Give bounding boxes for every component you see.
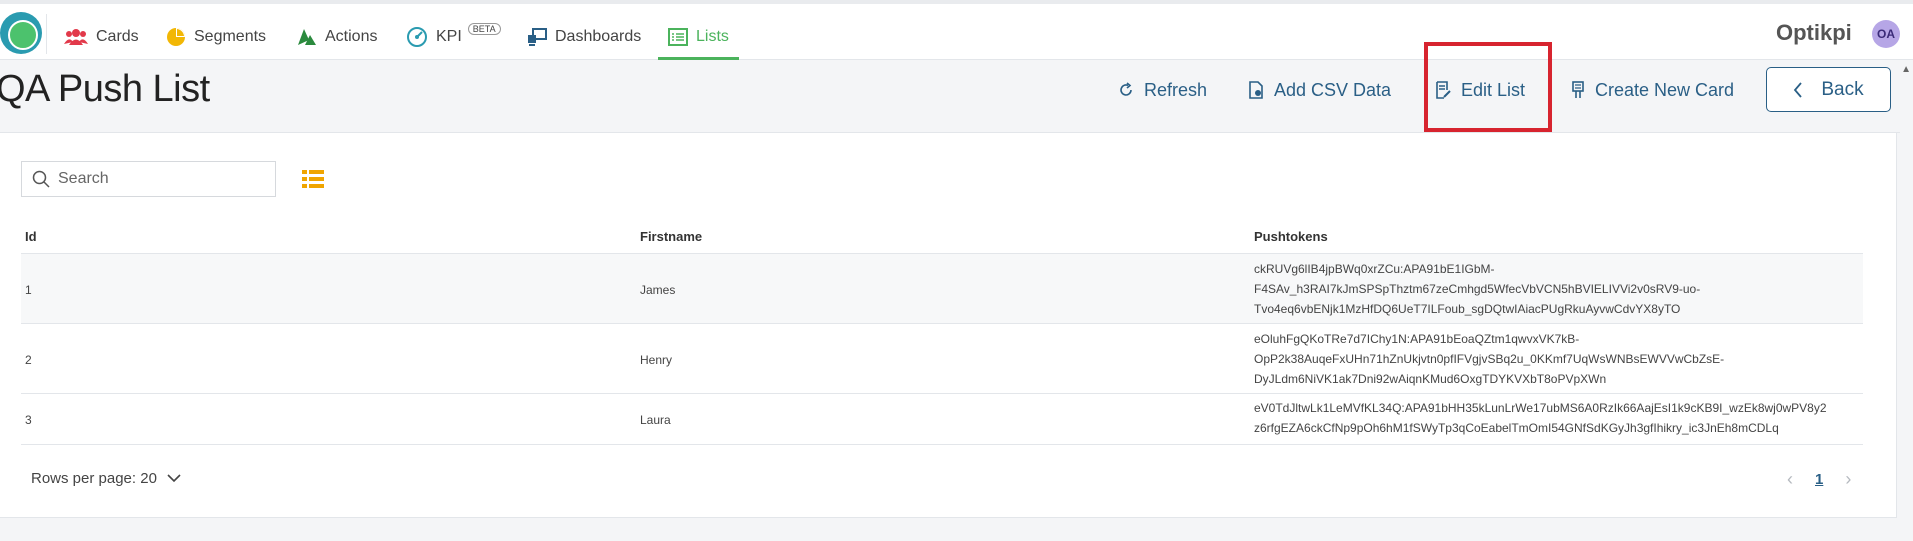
top-border: [0, 0, 1913, 4]
rows-per-page-select[interactable]: Rows per page: 20: [31, 470, 181, 487]
brand-name: Optikpi: [1776, 20, 1852, 45]
refresh-label: Refresh: [1144, 79, 1208, 100]
pushtoken-line: F4SAv_h3RAI7kJmSPSpThztm67zeCmhgd5WfecVb…: [1254, 282, 1701, 296]
gauge-icon: [407, 27, 427, 47]
create-card-label: Create New Card: [1595, 79, 1735, 100]
add-csv-label: Add CSV Data: [1274, 79, 1392, 100]
page-number[interactable]: 1: [1815, 471, 1823, 488]
next-page-icon[interactable]: ›: [1845, 469, 1851, 490]
table-row[interactable]: 3 Laura eV0TdJltwLk1LeMVfKL34Q:APA91bHH3…: [21, 393, 1863, 444]
table-header: Id Firstname Pushtokens: [21, 229, 1863, 249]
nav-item-cards[interactable]: Cards: [64, 22, 139, 52]
cell-pushtoken: eOluhFgQKoTRe7d7IChy1N:APA91bEoaQZtm1qwv…: [1254, 329, 1854, 389]
dashboard-icon: [528, 28, 547, 46]
rows-per-page-label: Rows per page: 20: [31, 470, 157, 487]
list-view-toggle[interactable]: [302, 169, 324, 194]
column-header-firstname[interactable]: Firstname: [640, 229, 702, 244]
cell-pushtoken: eV0TdJltwLk1LeMVfKL34Q:APA91bHH35kLunLrW…: [1254, 398, 1854, 438]
column-header-id[interactable]: Id: [25, 229, 37, 244]
pushtoken-line: eOluhFgQKoTRe7d7IChy1N:APA91bEoaQZtm1qwv…: [1254, 332, 1580, 346]
nav-item-kpi[interactable]: KPI BETA: [406, 22, 501, 52]
highlight-annotation: [1424, 42, 1552, 132]
nav-item-label: Segments: [194, 28, 267, 45]
nav-item-segments[interactable]: Segments: [166, 22, 266, 52]
pushtoken-line: ckRUVg6lIB4jpBWq0xrZCu:APA91bE1IGbM-: [1254, 262, 1495, 276]
list-view-icon: [302, 170, 324, 188]
refresh-icon: [1120, 82, 1132, 96]
cell-firstname: Laura: [640, 413, 671, 427]
column-header-pushtokens[interactable]: Pushtokens: [1254, 229, 1328, 244]
nav-item-label: Dashboards: [555, 28, 642, 45]
top-navigation: Cards Segments Actions KPI BETA Dashboar…: [0, 0, 1913, 60]
back-label: Back: [1821, 78, 1864, 100]
users-icon: [64, 29, 88, 45]
prev-page-icon[interactable]: ‹: [1787, 469, 1793, 490]
table-row[interactable]: 2 Henry eOluhFgQKoTRe7d7IChy1N:APA91bEoa…: [21, 323, 1863, 393]
pie-chart-icon: [167, 28, 185, 46]
back-button[interactable]: Back: [1766, 67, 1891, 112]
cell-id: 2: [25, 353, 32, 367]
nav-item-label: Actions: [325, 28, 378, 45]
pushtoken-line: z6rfgEZA6ckCfNp9pOh6hM1fSWyTp3qCoEabelTm…: [1254, 421, 1779, 435]
csv-file-icon: [1249, 81, 1263, 99]
scroll-up-arrow-icon[interactable]: ▲: [1901, 64, 1911, 75]
nav-item-lists[interactable]: Lists: [658, 22, 739, 60]
card-icon: [1572, 81, 1584, 98]
search-icon: [32, 170, 50, 188]
nav-item-actions[interactable]: Actions: [297, 22, 377, 52]
add-csv-button[interactable]: Add CSV Data: [1248, 78, 1391, 102]
search-input[interactable]: [58, 170, 258, 188]
chevron-down-icon: [167, 474, 181, 483]
list-card: Id Firstname Pushtokens 1 James ckRUVg6l…: [0, 133, 1897, 518]
refresh-button[interactable]: Refresh: [1118, 78, 1207, 102]
pushtoken-line: OpP2k38AuqeFxUHn71hZnUkjvtn0pfIFVgjvSBq2…: [1254, 352, 1725, 366]
nav-item-label: KPI: [436, 28, 462, 45]
app-logo[interactable]: [0, 12, 42, 54]
table-row[interactable]: 1 James ckRUVg6lIB4jpBWq0xrZCu:APA91bE1I…: [21, 253, 1863, 323]
create-new-card-button[interactable]: Create New Card: [1571, 78, 1734, 102]
search-box[interactable]: [21, 161, 276, 197]
avatar[interactable]: OA: [1872, 20, 1900, 48]
nav-item-label: Cards: [96, 28, 139, 45]
page-title: QA Push List: [0, 68, 210, 110]
divider: [21, 444, 1863, 445]
actions-icon: [298, 29, 316, 45]
pushtoken-line: DyJLdm6NiVK1ak7Dni92wAiqnKMud6OxgTDYKVXb…: [1254, 372, 1607, 386]
pushtoken-line: Tvo4eq6vbENjk1MzHfDQ6UeT7ILFoub_sgDQtwIA…: [1254, 302, 1681, 316]
cell-firstname: Henry: [640, 353, 673, 367]
beta-badge: BETA: [467, 23, 501, 35]
cell-firstname: James: [640, 283, 676, 297]
nav-item-label: Lists: [696, 28, 729, 45]
cell-pushtoken: ckRUVg6lIB4jpBWq0xrZCu:APA91bE1IGbM- F4S…: [1254, 259, 1854, 319]
cell-id: 1: [25, 283, 32, 297]
divider: [46, 14, 47, 54]
chevron-left-icon: [1794, 81, 1803, 98]
cell-id: 3: [25, 413, 32, 427]
pagination: ‹ 1 ›: [1787, 469, 1851, 490]
nav-item-dashboards[interactable]: Dashboards: [527, 22, 641, 52]
list-icon: [668, 28, 688, 46]
pushtoken-line: eV0TdJltwLk1LeMVfKL34Q:APA91bHH35kLunLrW…: [1254, 401, 1827, 415]
